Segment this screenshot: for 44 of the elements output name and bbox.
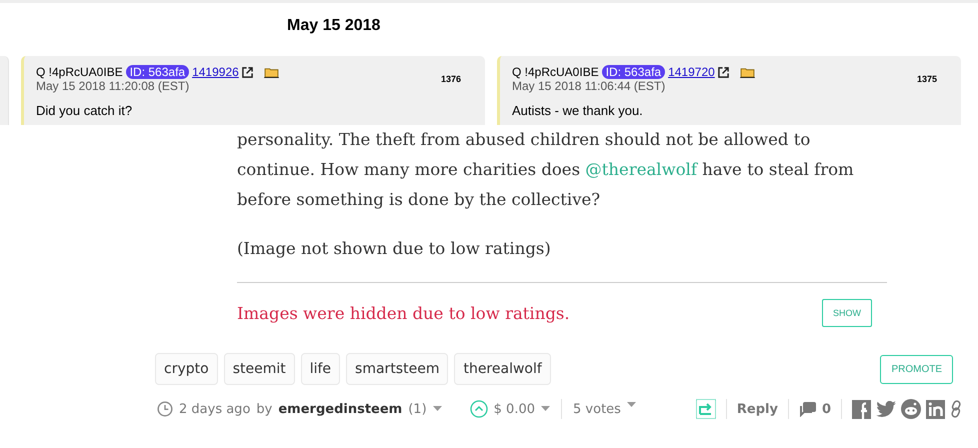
tag-chip[interactable]: crypto bbox=[155, 353, 218, 385]
post-link[interactable]: 1419926 bbox=[192, 65, 239, 79]
by-label: by bbox=[256, 402, 272, 416]
post-message: Did you catch it? bbox=[36, 103, 134, 118]
id-badge: ID: 563afa bbox=[602, 65, 666, 79]
square-share-icon[interactable] bbox=[926, 400, 945, 418]
caret-icon[interactable] bbox=[626, 402, 636, 408]
post-link[interactable]: 1419720 bbox=[668, 65, 715, 79]
reply-link[interactable]: Reply bbox=[736, 402, 778, 416]
clock-icon bbox=[157, 401, 173, 417]
date-heading: May 15 2018 bbox=[286, 16, 382, 36]
square-share-icon[interactable] bbox=[852, 400, 871, 418]
comments-icon[interactable] bbox=[798, 401, 817, 417]
author-link[interactable]: emergedinsteem bbox=[278, 402, 402, 416]
folder-icon[interactable] bbox=[740, 66, 755, 78]
reputation-score: (1) bbox=[408, 402, 427, 416]
post-number: 1376 bbox=[440, 74, 461, 84]
post-author: Q !4pRcUA0IBE bbox=[512, 65, 599, 79]
post-author: Q !4pRcUA0IBE bbox=[36, 65, 123, 79]
link-icon[interactable] bbox=[950, 400, 962, 418]
image-note: (Image not shown due to low ratings) bbox=[237, 234, 887, 283]
comments-count[interactable]: 0 bbox=[822, 402, 831, 416]
article-paragraph: personality. The theft from abused children should not be allowed to continue. How many more charities does @therealwolf have to steal from before something is done by the collective? bbox=[237, 129, 855, 211]
tag-chip[interactable]: life bbox=[300, 353, 340, 385]
caret-icon[interactable] bbox=[541, 406, 550, 412]
external-link-icon[interactable] bbox=[718, 66, 729, 78]
post-timestamp: May 15 2018 11:20:08 (EST) bbox=[36, 79, 190, 93]
post-number: 1375 bbox=[916, 74, 937, 84]
caret-icon[interactable] bbox=[432, 406, 442, 412]
votes-count[interactable]: 5 votes bbox=[573, 402, 621, 416]
tag-chip[interactable]: smartsteem bbox=[346, 353, 448, 385]
hidden-images-notice: Images were hidden due to low ratings. bbox=[237, 304, 570, 322]
payout-amount[interactable]: $ 0.00 bbox=[494, 402, 536, 416]
external-link-icon[interactable] bbox=[242, 66, 253, 78]
tag-chip[interactable]: steemit bbox=[224, 353, 295, 385]
bird-icon[interactable] bbox=[876, 400, 896, 418]
tag-chip[interactable]: therealwolf bbox=[454, 353, 551, 385]
post-timestamp: May 15 2018 11:06:44 (EST) bbox=[512, 79, 666, 93]
post-age: 2 days ago bbox=[179, 402, 250, 416]
post-message: Autists - we thank you. bbox=[512, 103, 644, 118]
folder-icon[interactable] bbox=[264, 66, 279, 78]
card-background bbox=[0, 56, 9, 125]
robot-head-icon[interactable] bbox=[901, 399, 921, 419]
id-badge: ID: 563afa bbox=[126, 65, 190, 79]
